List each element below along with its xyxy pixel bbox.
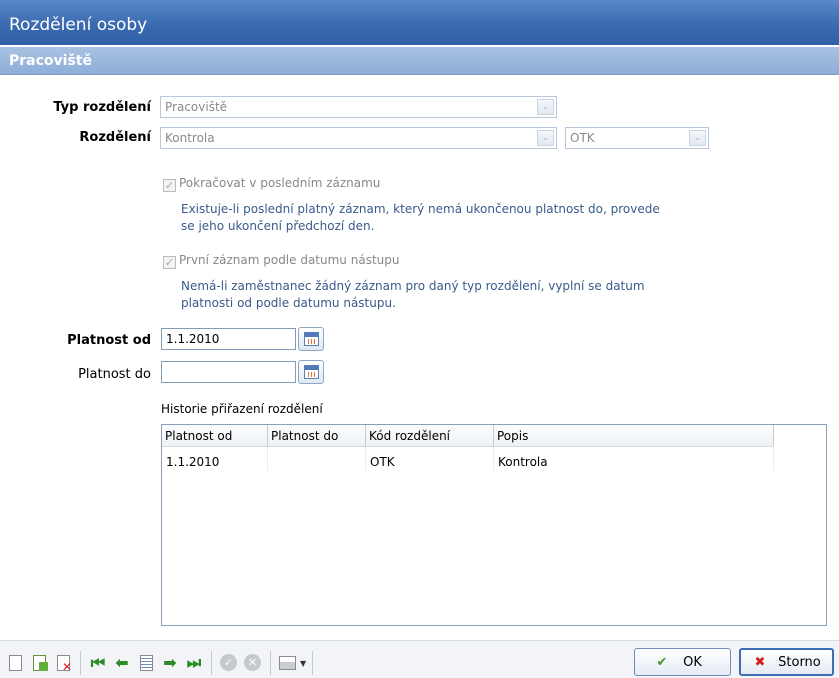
close-icon: ✖ xyxy=(754,655,766,670)
column-divider xyxy=(773,447,774,471)
column-header-popis[interactable]: Popis xyxy=(494,425,774,446)
print-icon[interactable]: ▼ xyxy=(279,654,309,672)
chevron-down-icon[interactable]: ⌄ xyxy=(537,130,554,146)
platnost-do-calendar-button[interactable] xyxy=(298,360,324,384)
platnost-do-label: Platnost do xyxy=(78,367,151,382)
cell-kod-rozdeleni: OTK xyxy=(370,455,395,469)
rozdeleni-value: Kontrola xyxy=(165,131,215,145)
checkmark-icon[interactable]: ✓ xyxy=(163,179,176,192)
calendar-icon xyxy=(304,332,319,346)
column-header-platnost-od[interactable]: Platnost od xyxy=(162,425,268,446)
rozdeleni-code-select[interactable]: OTK ⌄ xyxy=(565,127,709,149)
last-icon[interactable]: ⏭ xyxy=(185,654,203,672)
platnost-od-calendar-button[interactable] xyxy=(298,327,324,351)
delete-icon[interactable]: ✕ xyxy=(54,654,72,674)
column-header-kod-rozdeleni[interactable]: Kód rozdělení xyxy=(366,425,494,446)
typ-rozdeleni-select[interactable]: Pracoviště ⌄ xyxy=(160,96,557,118)
column-divider xyxy=(365,447,366,471)
checkmark-icon: ✔ xyxy=(656,655,668,670)
rozdeleni-select[interactable]: Kontrola ⌄ xyxy=(160,127,557,149)
window-title-text: Rozdělení osoby xyxy=(9,15,148,35)
checkmark-icon[interactable]: ✓ xyxy=(163,256,176,269)
prvni-zaznam-description: Nemá-li zaměstnanec žádný záznam pro dan… xyxy=(181,279,645,310)
platnost-od-input[interactable]: 1.1.2010 xyxy=(161,328,296,350)
confirm-icon[interactable]: ✓ xyxy=(220,654,237,671)
storno-button-label: Storno xyxy=(778,655,821,670)
pokracovat-label: Pokračovat v posledním záznamu xyxy=(179,176,381,190)
history-title: Historie přiřazení rozdělení xyxy=(161,402,323,416)
cell-popis: Kontrola xyxy=(498,455,548,469)
detail-icon[interactable] xyxy=(137,654,155,672)
platnost-od-label: Platnost od xyxy=(67,333,151,348)
rozdeleni-label: Rozdělení xyxy=(79,130,151,145)
table-header: Platnost od Platnost do Kód rozdělení Po… xyxy=(162,425,774,447)
pokracovat-checkbox[interactable]: ✓ Pokračovat v posledním záznamu xyxy=(163,176,380,192)
prvni-zaznam-label: První záznam podle datumu nástupu xyxy=(179,253,400,267)
pokracovat-description: Existuje-li poslední platný záznam, kter… xyxy=(181,202,660,233)
column-divider xyxy=(267,447,268,471)
section-title: Pracoviště xyxy=(9,53,92,69)
typ-rozdeleni-label: Typ rozdělení xyxy=(53,100,151,115)
copy-icon[interactable] xyxy=(30,654,48,672)
calendar-icon xyxy=(304,365,319,379)
first-icon[interactable]: ⏮ xyxy=(89,654,107,672)
table-row[interactable] xyxy=(162,447,774,471)
previous-icon[interactable]: ⬅ xyxy=(113,654,131,672)
prvni-zaznam-checkbox[interactable]: ✓ První záznam podle datumu nástupu xyxy=(163,253,399,269)
next-icon[interactable]: ➡ xyxy=(161,654,179,672)
storno-button[interactable]: ✖ Storno xyxy=(739,648,834,676)
toolbar-separator xyxy=(80,651,81,675)
toolbar-separator xyxy=(270,651,271,675)
history-table[interactable]: Platnost od Platnost do Kód rozdělení Po… xyxy=(161,424,827,626)
chevron-down-icon[interactable]: ⌄ xyxy=(689,130,706,146)
platnost-do-input[interactable] xyxy=(161,361,296,383)
typ-rozdeleni-value: Pracoviště xyxy=(165,100,228,114)
rozdeleni-code-value: OTK xyxy=(570,131,595,145)
toolbar-separator xyxy=(312,651,313,675)
cancel-icon[interactable]: ✕ xyxy=(244,654,261,671)
toolbar-separator xyxy=(211,651,212,675)
ok-button-label: OK xyxy=(683,655,702,670)
ok-button[interactable]: ✔ OK xyxy=(634,648,731,676)
cell-platnost-od: 1.1.2010 xyxy=(166,455,220,469)
new-icon[interactable] xyxy=(6,654,24,672)
section-header: Pracoviště xyxy=(0,47,839,75)
column-header-platnost-do[interactable]: Platnost do xyxy=(268,425,366,446)
window-title: Rozdělení osoby xyxy=(0,0,839,45)
column-divider xyxy=(493,447,494,471)
chevron-down-icon[interactable]: ⌄ xyxy=(537,99,554,115)
